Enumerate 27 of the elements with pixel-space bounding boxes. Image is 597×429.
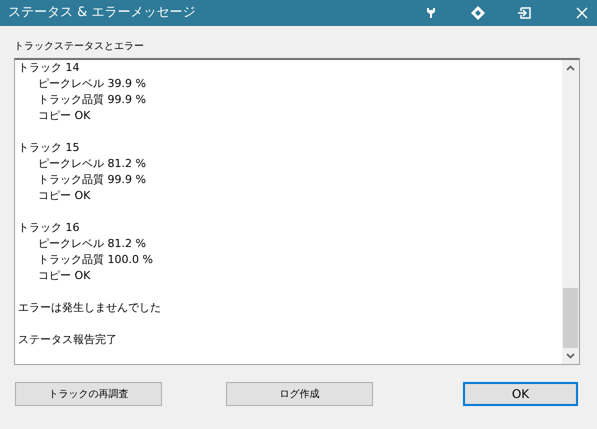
- close-icon[interactable]: [576, 7, 588, 19]
- log-line: コピー OK: [38, 188, 90, 204]
- log-line: トラック品質 100.0 %: [38, 252, 153, 268]
- exit-icon[interactable]: [518, 7, 531, 19]
- log-line: ピークレベル 39.9 %: [38, 76, 146, 92]
- dialog-button[interactable]: ログ作成: [226, 382, 373, 406]
- scroll-up-icon[interactable]: [566, 65, 575, 71]
- log-line: トラック 14: [18, 60, 80, 76]
- log-line: エラーは発生しませんでした: [18, 300, 161, 316]
- dialog-button[interactable]: OK: [463, 382, 578, 406]
- log-line: トラック品質 99.9 %: [38, 172, 146, 188]
- log-line: トラック 16: [18, 220, 80, 236]
- group-label: トラックステータスとエラー: [14, 40, 145, 54]
- scrollbar[interactable]: [562, 60, 579, 364]
- wrench-icon[interactable]: [425, 7, 437, 19]
- scroll-thumb[interactable]: [563, 288, 578, 348]
- log-line: コピー OK: [38, 268, 90, 284]
- log-line: コピー OK: [38, 108, 90, 124]
- log-line: トラック品質 99.9 %: [38, 92, 146, 108]
- log-line: トラック 15: [18, 140, 80, 156]
- log-line: ピークレベル 81.2 %: [38, 236, 146, 252]
- log-line: ピークレベル 81.2 %: [38, 156, 146, 172]
- dialog-button[interactable]: トラックの再調査: [15, 382, 162, 406]
- log-line: ステータス報告完了: [18, 332, 117, 348]
- window-title: ステータス & エラーメッセージ: [8, 4, 196, 22]
- move-icon[interactable]: [471, 6, 485, 20]
- scroll-down-icon[interactable]: [566, 353, 575, 359]
